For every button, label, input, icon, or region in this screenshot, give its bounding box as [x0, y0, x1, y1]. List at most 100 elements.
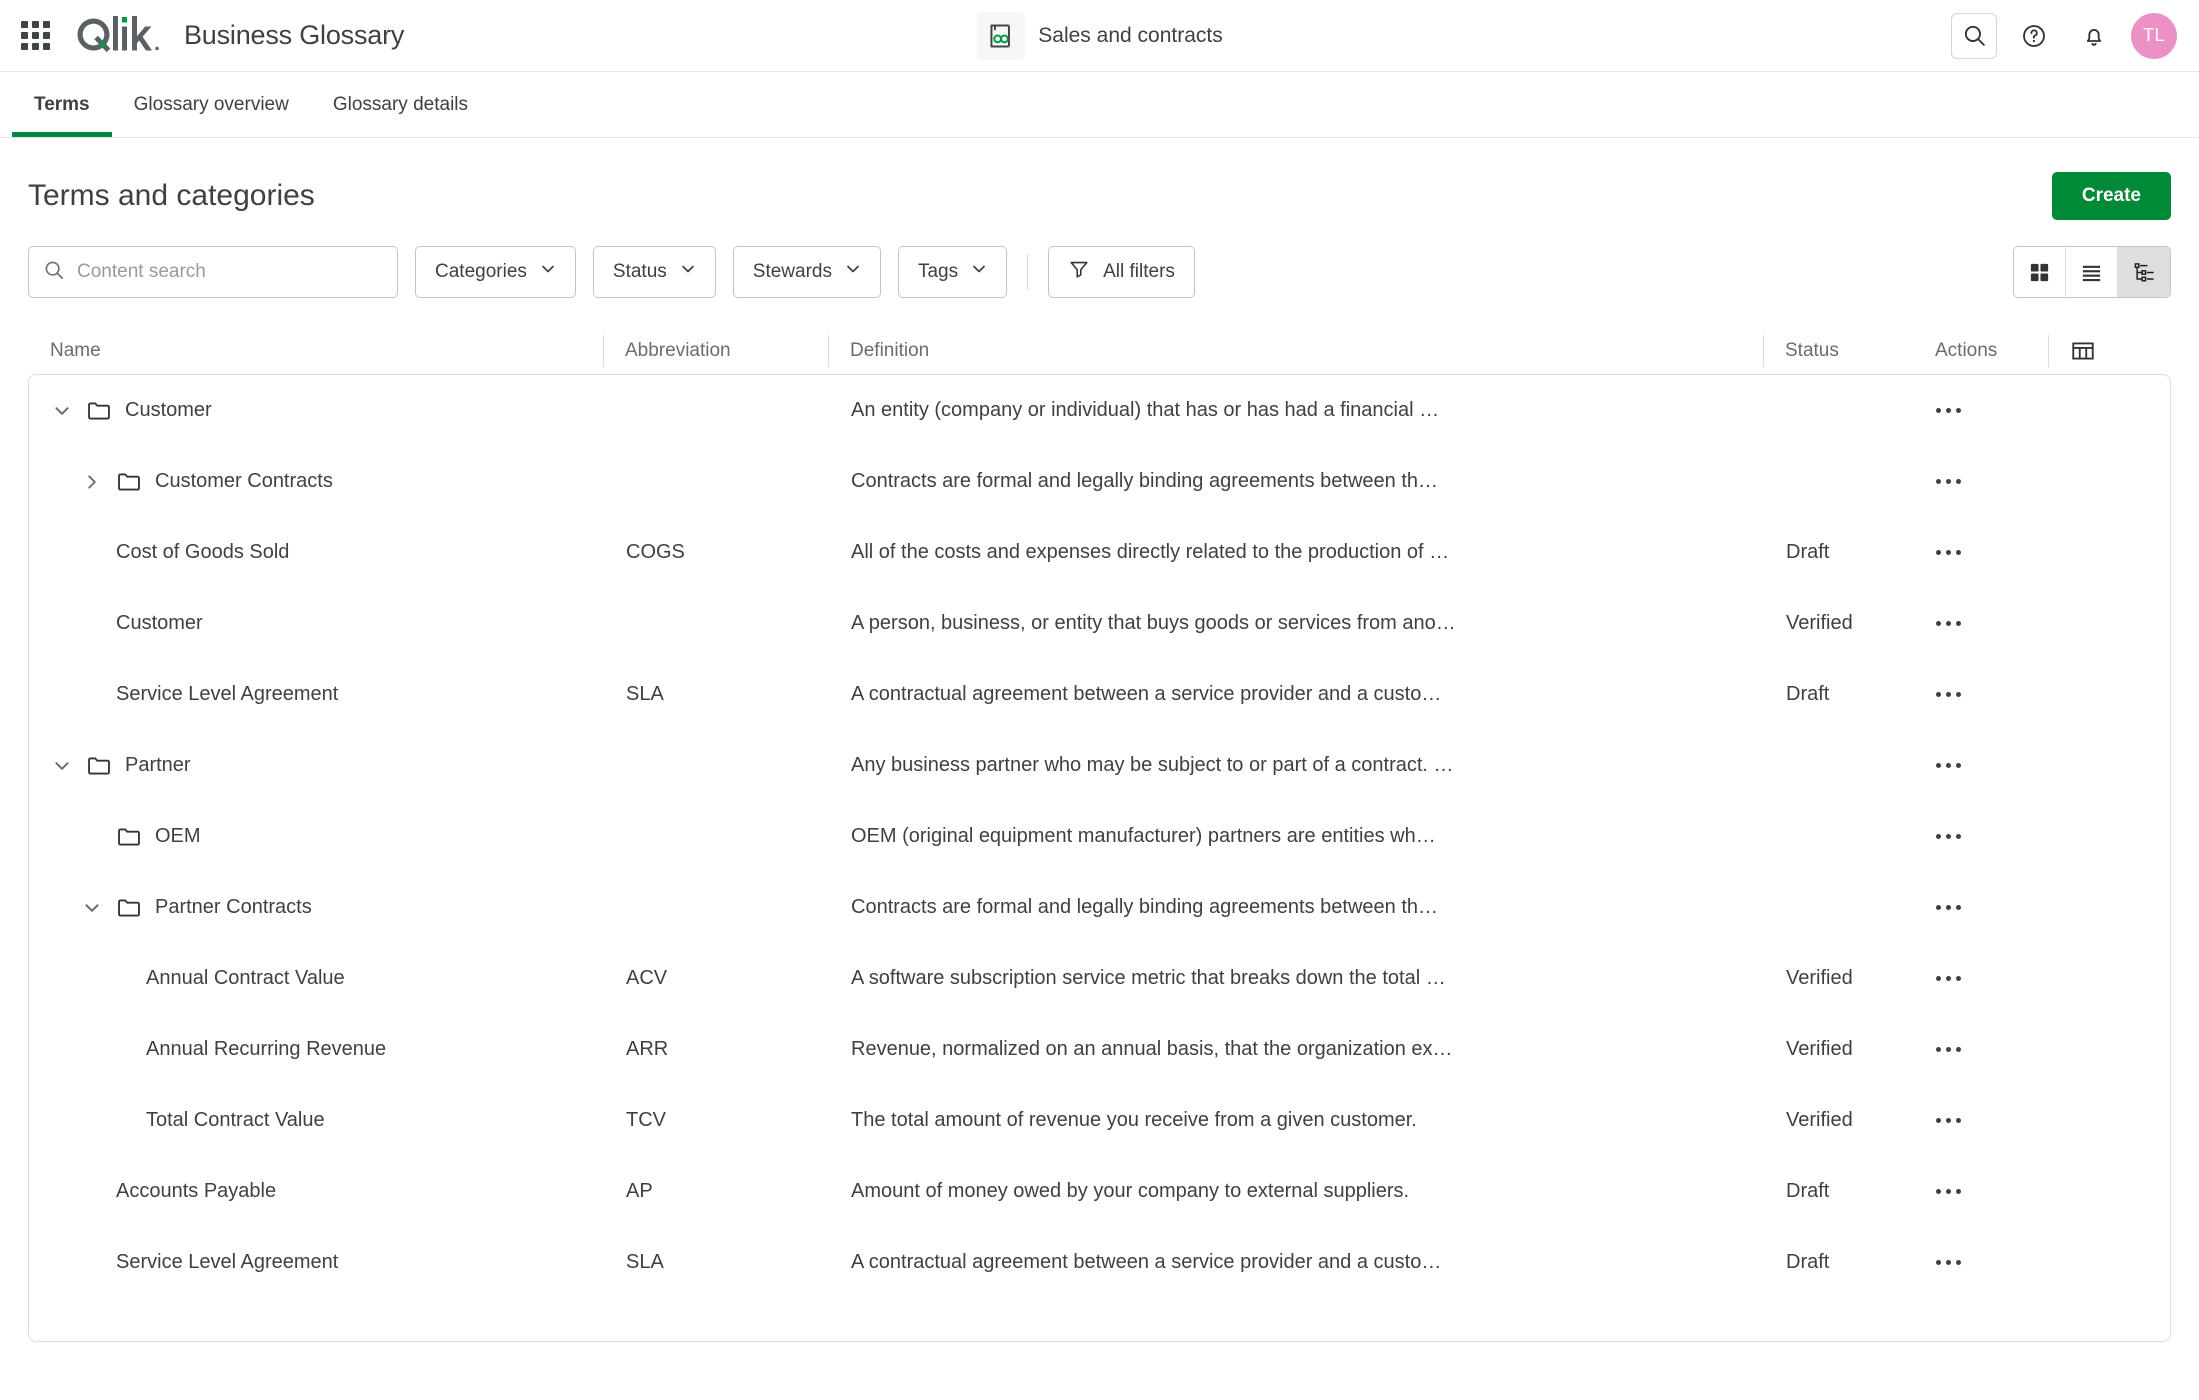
row-actions-menu-icon[interactable] [1936, 976, 2049, 981]
table-row[interactable]: Service Level Agreement SLA A contractual … [29, 659, 2170, 730]
row-actions-cell[interactable] [1914, 659, 2049, 730]
tree-view-button[interactable] [2118, 247, 2170, 297]
row-name-cell[interactable]: Customer Contracts [29, 446, 604, 517]
space-selector[interactable]: Sales and contracts [976, 11, 1223, 60]
row-name-cell[interactable]: OEM [29, 801, 604, 872]
column-header-definition[interactable]: Definition [828, 328, 1763, 374]
table-row[interactable]: Total Contract Value TCV The total amount … [29, 1085, 2170, 1156]
row-actions-menu-icon[interactable] [1936, 905, 2049, 910]
table-row[interactable]: Annual Recurring Revenue ARR Revenue, norm… [29, 1014, 2170, 1085]
column-header-status[interactable]: Status [1763, 328, 1913, 374]
row-name: Customer [125, 399, 212, 421]
row-actions-cell[interactable] [1914, 730, 2049, 801]
row-actions-cell[interactable] [1914, 801, 2049, 872]
space-name: Sales and contracts [1038, 23, 1223, 47]
filter-stewards[interactable]: Stewards [732, 246, 881, 298]
row-name: Annual Recurring Revenue [146, 1038, 387, 1060]
row-actions-menu-icon[interactable] [1936, 408, 2049, 413]
row-actions-cell[interactable] [1914, 1014, 2049, 1085]
filter-tags[interactable]: Tags [897, 246, 1008, 298]
chevron-down-icon[interactable] [51, 402, 73, 420]
row-actions-cell[interactable] [1914, 943, 2049, 1014]
chevron-right-icon[interactable] [81, 473, 103, 491]
help-circle-icon[interactable] [2011, 13, 2057, 59]
column-settings-icon[interactable] [2048, 328, 2138, 374]
row-status-cell [1764, 446, 1914, 517]
chevron-down-icon[interactable] [51, 757, 73, 775]
filter-status[interactable]: Status [592, 246, 716, 298]
row-abbreviation-cell [604, 872, 829, 943]
bell-icon[interactable] [2071, 13, 2117, 59]
row-actions-menu-icon[interactable] [1936, 692, 2049, 697]
row-actions-cell[interactable] [1914, 446, 2049, 517]
row-actions-menu-icon[interactable] [1936, 1047, 2049, 1052]
row-actions-cell[interactable] [1914, 375, 2049, 446]
table-row[interactable]: Partner Any business partner who may be s… [29, 730, 2170, 801]
row-name-cell[interactable]: Partner [29, 730, 604, 801]
table-row[interactable]: Accounts Payable AP Amount of money owed b… [29, 1156, 2170, 1227]
column-header-actions[interactable]: Actions [1913, 328, 2048, 374]
filter-categories[interactable]: Categories [415, 246, 576, 298]
status-badge: Draft [1786, 1180, 1830, 1202]
row-name-cell[interactable]: Accounts Payable [29, 1156, 604, 1227]
column-header-name[interactable]: Name [28, 328, 603, 374]
row-definition-cell: A software subscription service metric t… [829, 943, 1764, 1014]
chevron-down-icon[interactable] [81, 899, 103, 917]
table-row[interactable]: Partner Contracts Contracts are formal an… [29, 872, 2170, 943]
search-input[interactable] [77, 261, 383, 283]
row-actions-menu-icon[interactable] [1936, 621, 2049, 626]
tab-glossary-details-label: Glossary details [332, 93, 469, 115]
search-icon[interactable] [1951, 12, 1997, 59]
list-view-button[interactable] [2066, 247, 2118, 297]
table-row[interactable]: Annual Contract Value ACV A software subsc… [29, 943, 2170, 1014]
row-abbreviation-cell [604, 446, 829, 517]
grid-view-button[interactable] [2014, 247, 2066, 297]
row-spacer-cell [2049, 801, 2139, 872]
row-actions-cell[interactable] [1914, 588, 2049, 659]
table-row[interactable]: Customer An entity (company or individual… [29, 375, 2170, 446]
table-row[interactable]: OEM OEM (original equipment manufacturer)… [29, 801, 2170, 872]
row-actions-cell[interactable] [1914, 1085, 2049, 1156]
row-name-cell[interactable]: Customer [29, 375, 604, 446]
tab-glossary-overview[interactable]: Glossary overview [112, 72, 311, 137]
row-actions-menu-icon[interactable] [1936, 1118, 2049, 1123]
row-actions-menu-icon[interactable] [1936, 1189, 2049, 1194]
create-button[interactable]: Create [2051, 172, 2171, 220]
row-definition-cell: Contracts are formal and legally binding… [829, 446, 1764, 517]
row-actions-menu-icon[interactable] [1936, 834, 2049, 839]
row-name-cell[interactable]: Service Level Agreement [29, 659, 604, 730]
row-name-cell[interactable]: Partner Contracts [29, 872, 604, 943]
row-name-cell[interactable]: Service Level Agreement [29, 1227, 604, 1298]
row-name-cell[interactable]: Annual Contract Value [29, 943, 604, 1014]
search-box[interactable] [28, 246, 398, 298]
row-abbreviation-cell [604, 375, 829, 446]
qlik-logo[interactable] [72, 13, 164, 59]
row-name-cell[interactable]: Annual Recurring Revenue [29, 1014, 604, 1085]
all-filters-button[interactable]: All filters [1048, 246, 1195, 298]
row-actions-menu-icon[interactable] [1936, 479, 2049, 484]
row-actions-menu-icon[interactable] [1936, 1260, 2049, 1265]
avatar[interactable]: TL [2131, 12, 2177, 59]
row-name: Customer Contracts [155, 470, 333, 492]
row-actions-menu-icon[interactable] [1936, 763, 2049, 768]
table-row[interactable]: Customer Contracts Contracts are formal a… [29, 446, 2170, 517]
column-header-abbreviation[interactable]: Abbreviation [603, 328, 828, 374]
row-actions-menu-icon[interactable] [1936, 550, 2049, 555]
table-row[interactable]: Cost of Goods Sold COGS All of the costs a… [29, 517, 2170, 588]
row-abbreviation-cell: SLA [604, 659, 829, 730]
row-actions-cell[interactable] [1914, 517, 2049, 588]
row-definition: Contracts are formal and legally binding… [851, 896, 1438, 918]
table-row[interactable]: Customer A person, business, or entity th… [29, 588, 2170, 659]
apps-grid-icon[interactable] [18, 19, 52, 53]
table-row[interactable]: Service Level Agreement SLA A contractual … [29, 1227, 2170, 1298]
row-name-cell[interactable]: Total Contract Value [29, 1085, 604, 1156]
row-actions-cell[interactable] [1914, 1227, 2049, 1298]
row-name-cell[interactable]: Customer [29, 588, 604, 659]
row-status-cell: Verified [1764, 588, 1914, 659]
row-name-cell[interactable]: Cost of Goods Sold [29, 517, 604, 588]
tab-glossary-details[interactable]: Glossary details [311, 72, 490, 137]
row-actions-cell[interactable] [1914, 1156, 2049, 1227]
row-actions-cell[interactable] [1914, 872, 2049, 943]
tab-terms[interactable]: Terms [12, 72, 112, 137]
row-spacer-cell [2049, 588, 2139, 659]
